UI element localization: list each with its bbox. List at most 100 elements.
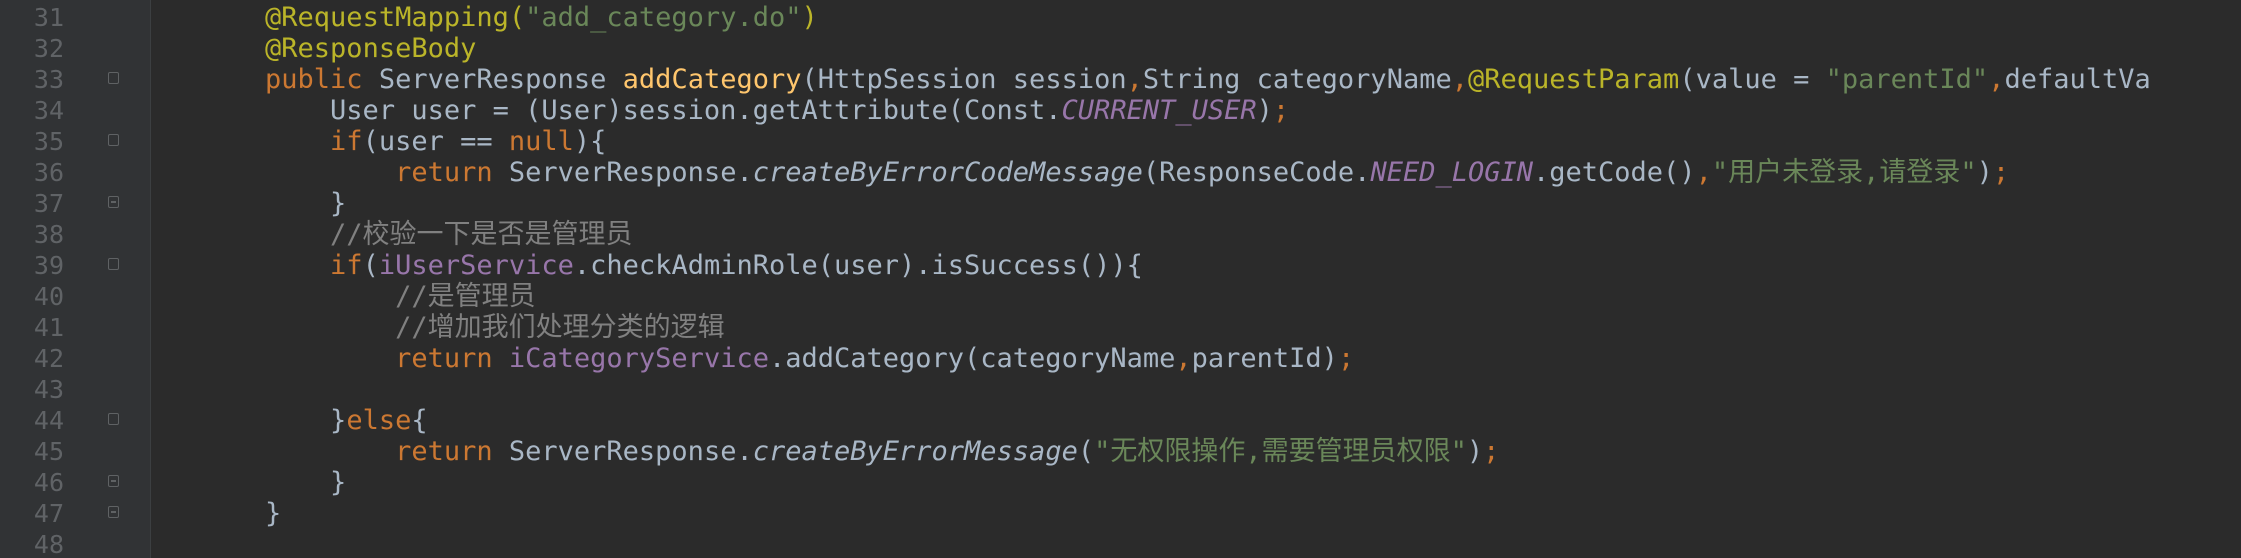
code-text: return iCategoryService.addCategory(cate…: [200, 343, 1354, 374]
code-token: ): [1976, 157, 1993, 188]
code-token: return: [395, 157, 509, 188]
code-line[interactable]: 48: [0, 529, 2241, 558]
code-line[interactable]: 36 return ServerResponse.createByErrorCo…: [0, 157, 2241, 188]
code-token: defaultVa: [2004, 64, 2151, 95]
line-number: 37: [33, 189, 64, 218]
code-token: (: [362, 250, 379, 281]
code-line[interactable]: 33 public ServerResponse addCategory(Htt…: [0, 64, 2241, 95]
code-text: @ResponseBody: [200, 33, 476, 64]
code-line[interactable]: 37 }: [0, 188, 2241, 219]
line-number: 33: [33, 65, 64, 94]
fold-start-icon[interactable]: [108, 134, 119, 146]
code-line[interactable]: 43: [0, 374, 2241, 405]
code-token: ;: [1337, 343, 1355, 374]
code-line[interactable]: 40 //是管理员: [0, 281, 2241, 312]
code-token: return: [395, 343, 509, 374]
line-number: 32: [33, 34, 64, 63]
code-token: createByErrorMessage: [752, 436, 1078, 467]
code-token: "用户未登录,请登录": [1711, 157, 1977, 188]
code-text: public ServerResponse addCategory(HttpSe…: [200, 64, 2151, 95]
code-token: ServerResponse.: [508, 436, 753, 467]
code-line[interactable]: 39 if(iUserService.checkAdminRole(user).…: [0, 250, 2241, 281]
code-line[interactable]: 31 @RequestMapping("add_category.do"): [0, 2, 2241, 33]
code-token: if: [330, 250, 363, 281]
code-token: {: [411, 405, 428, 436]
line-number: 42: [33, 344, 64, 373]
code-token: (value =: [1679, 64, 1826, 95]
code-token: (user ==: [362, 126, 509, 157]
line-number: 47: [33, 499, 64, 528]
code-text: //校验一下是否是管理员: [200, 219, 633, 250]
code-line[interactable]: 41 //增加我们处理分类的逻辑: [0, 312, 2241, 343]
code-text: }else{: [200, 405, 428, 436]
code-line[interactable]: 38 //校验一下是否是管理员: [0, 219, 2241, 250]
code-token: ){: [573, 126, 607, 157]
line-number: 46: [33, 468, 64, 497]
code-token: @RequestParam: [1467, 64, 1680, 95]
code-line[interactable]: 42 return iCategoryService.addCategory(c…: [0, 343, 2241, 374]
fold-end-icon[interactable]: [108, 475, 119, 487]
code-token: iCategoryService: [508, 343, 769, 374]
line-number: 39: [33, 251, 64, 280]
line-number: 36: [33, 158, 64, 187]
code-line[interactable]: 47 }: [0, 498, 2241, 529]
code-token: ServerResponse: [378, 64, 623, 95]
code-token: @RequestMapping(: [265, 2, 526, 33]
line-number: 45: [33, 437, 64, 466]
fold-start-icon[interactable]: [108, 413, 119, 425]
code-token: ;: [1272, 95, 1290, 126]
code-line[interactable]: 32 @ResponseBody: [0, 33, 2241, 64]
code-token: ): [801, 2, 818, 33]
fold-end-icon[interactable]: [108, 196, 119, 208]
code-lines: 31 @RequestMapping("add_category.do") 32 …: [0, 2, 2241, 558]
code-token: .getCode(): [1533, 157, 1696, 188]
code-text: //是管理员: [200, 281, 536, 312]
code-text: if(user == null){: [200, 126, 606, 157]
fold-start-icon[interactable]: [108, 72, 119, 84]
code-token: "无权限操作,需要管理员权限": [1094, 436, 1467, 467]
fold-start-icon[interactable]: [108, 258, 119, 270]
code-line[interactable]: 46 }: [0, 467, 2241, 498]
code-token: ServerResponse.: [508, 157, 753, 188]
code-token: //是管理员: [395, 281, 536, 312]
code-token: ,: [1695, 157, 1712, 188]
code-token: ,: [1175, 343, 1192, 374]
code-token: //校验一下是否是管理员: [330, 219, 633, 250]
fold-end-icon[interactable]: [108, 506, 119, 518]
code-token: ;: [1992, 157, 2010, 188]
line-number: 38: [33, 220, 64, 249]
code-text: }: [200, 498, 281, 529]
code-token: parentId): [1191, 343, 1338, 374]
code-token: }: [330, 405, 347, 436]
line-number: 40: [33, 282, 64, 311]
code-token: CURRENT_USER: [1061, 95, 1257, 126]
line-number: 44: [33, 406, 64, 435]
code-text: //增加我们处理分类的逻辑: [200, 312, 725, 343]
code-token: ;: [1483, 436, 1500, 467]
code-token: public: [265, 64, 379, 95]
code-line[interactable]: 45 return ServerResponse.createByErrorMe…: [0, 436, 2241, 467]
code-text: @RequestMapping("add_category.do"): [200, 2, 818, 33]
code-line[interactable]: 35 if(user == null){: [0, 126, 2241, 157]
code-line[interactable]: 44 }else{: [0, 405, 2241, 436]
code-token: }: [330, 188, 347, 219]
code-token: ,: [1126, 64, 1143, 95]
code-token: .addCategory(categoryName: [768, 343, 1176, 374]
code-token: ): [1466, 436, 1484, 467]
code-token: ,: [1988, 64, 2005, 95]
code-token: User user = (User)session.getAttribute(C…: [330, 95, 1062, 126]
code-token: "add_category.do": [525, 2, 802, 33]
code-line[interactable]: 34 User user = (User)session.getAttribut…: [0, 95, 2241, 126]
code-token: (HttpSession session: [801, 64, 1127, 95]
code-editor[interactable]: 31 @RequestMapping("add_category.do") 32 …: [0, 0, 2241, 558]
